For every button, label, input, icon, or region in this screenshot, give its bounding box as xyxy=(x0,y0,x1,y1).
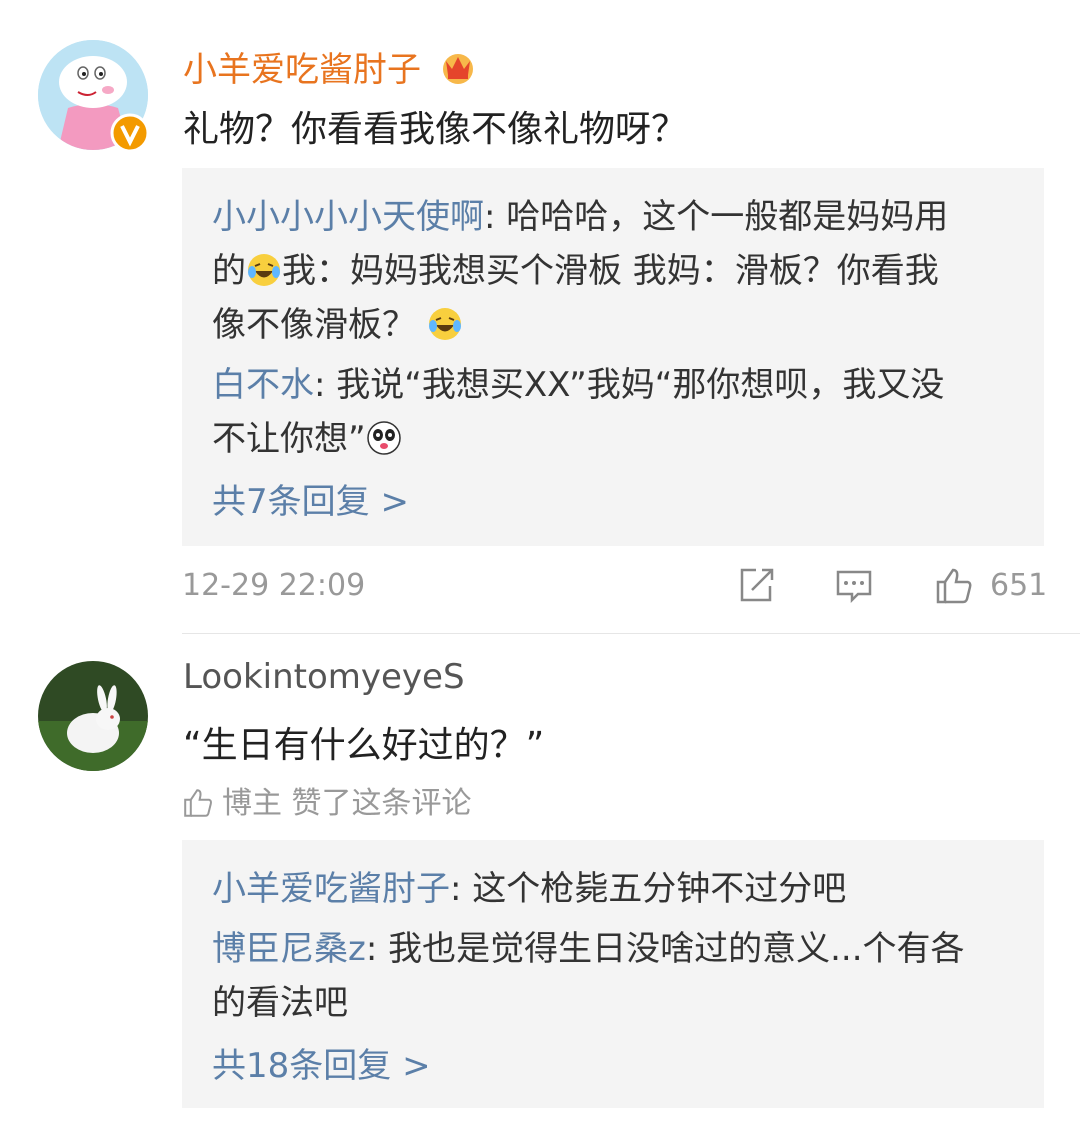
comment-time: 12-29 22:09 xyxy=(182,568,366,603)
verified-v-icon xyxy=(110,113,150,153)
avatar-rabbit[interactable] xyxy=(38,661,148,771)
like-count: 651 xyxy=(990,568,1048,603)
reply-author[interactable]: 小小小小小天使啊 xyxy=(212,197,484,237)
laughing-crying-emoji xyxy=(248,254,280,286)
reply-box[interactable]: 小小小小小天使啊: 哈哈哈，这个一般都是妈妈用 的我：妈妈我想买个滑板 我妈：滑… xyxy=(182,168,1044,546)
share-icon[interactable] xyxy=(736,566,776,606)
comment-divider xyxy=(182,633,1080,634)
reply-item[interactable]: 小小小小小天使啊: 哈哈哈，这个一般都是妈妈用 的我：妈妈我想买个滑板 我妈：滑… xyxy=(212,190,1014,352)
reply-author[interactable]: 博臣尼桑z xyxy=(212,929,366,969)
panda-emoji xyxy=(366,421,401,455)
comment-username[interactable]: LookintomyeyeS xyxy=(183,657,465,697)
more-replies-link[interactable]: 共7条回复 > xyxy=(212,474,1014,523)
thumbs-up-icon xyxy=(184,789,212,817)
comment-2: LookintomyeyeS “生日有什么好过的？” 博主 赞了这条评论 小羊爱… xyxy=(0,640,1080,1121)
comment-text: 礼物？你看看我像不像礼物呀？ xyxy=(183,109,688,150)
comment-actions: 12-29 22:09 651 xyxy=(0,560,1080,620)
laughing-crying-emoji xyxy=(428,308,461,340)
reply-author[interactable]: 小羊爱吃酱肘子 xyxy=(212,869,450,909)
reply-item[interactable]: 博臣尼桑z: 我也是觉得生日没啥过的意义...个有各 的看法吧 xyxy=(212,922,1014,1030)
comment-1: 小羊爱吃酱肘子 礼物？你看看我像不像礼物呀？ 小小小小小天使啊: 哈哈哈，这个一… xyxy=(0,0,1080,640)
author-liked-note: 博主 赞了这条评论 xyxy=(182,778,472,822)
comment-text: “生日有什么好过的？” xyxy=(183,725,545,766)
thumbs-up-icon[interactable] xyxy=(934,566,974,606)
rabbit-avatar-icon xyxy=(38,661,148,771)
comment-username[interactable]: 小羊爱吃酱肘子 xyxy=(183,42,478,91)
crown-badge-icon xyxy=(442,54,473,84)
comment-icon[interactable] xyxy=(834,566,874,606)
reply-item[interactable]: 白不水: 我说“我想买XX”我妈“那你想呗，我又没 不让你想” xyxy=(212,358,1014,466)
reply-box[interactable]: 小羊爱吃酱肘子: 这个枪毙五分钟不过分吧 博臣尼桑z: 我也是觉得生日没啥过的意… xyxy=(182,840,1044,1108)
reply-item[interactable]: 小羊爱吃酱肘子: 这个枪毙五分钟不过分吧 xyxy=(212,862,1014,916)
more-replies-link[interactable]: 共18条回复 > xyxy=(212,1038,1014,1087)
reply-author[interactable]: 白不水 xyxy=(212,365,314,405)
